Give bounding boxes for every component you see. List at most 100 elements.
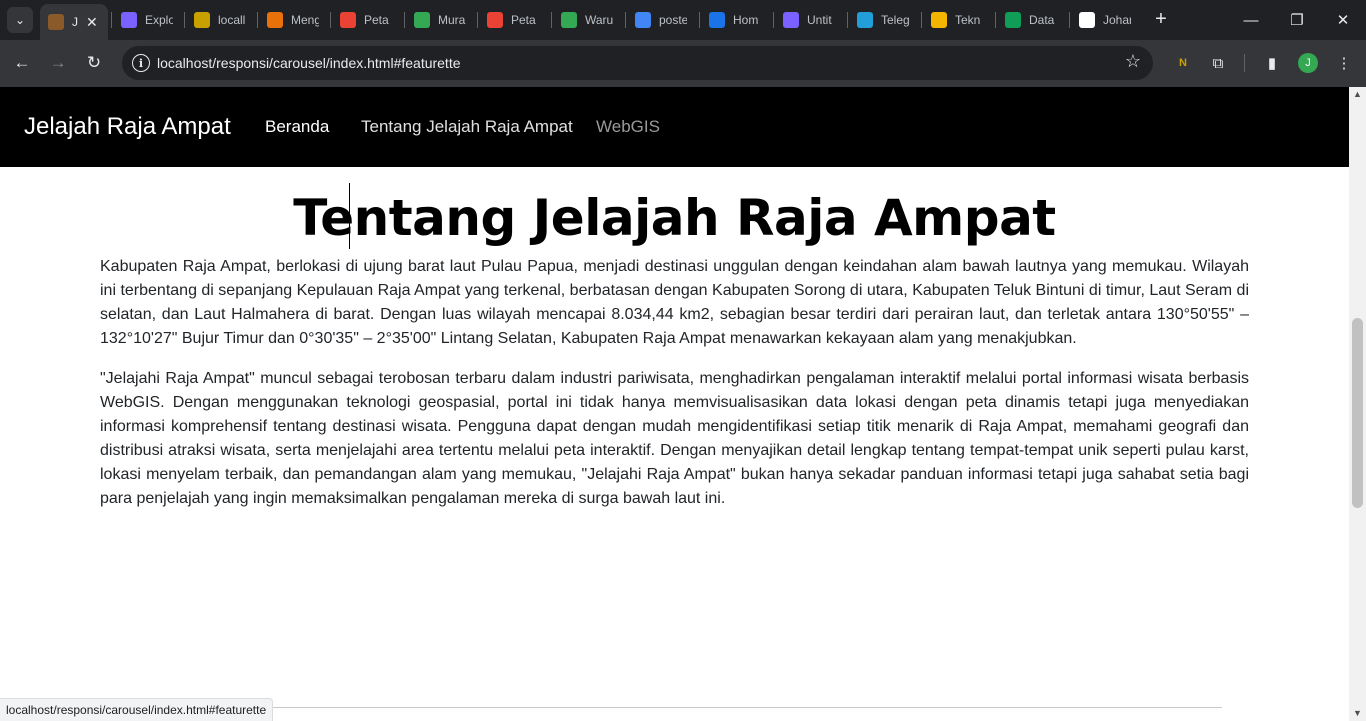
back-button[interactable]: ← [9, 50, 35, 76]
tab-title: Explo [145, 13, 173, 27]
extensions-puzzle-icon[interactable]: ⧉ [1207, 52, 1229, 74]
nav-link-webgis[interactable]: WebGIS [596, 117, 660, 137]
tab-favicon-icon [561, 12, 577, 28]
minimize-button[interactable]: — [1228, 0, 1274, 40]
new-tab-button[interactable]: + [1151, 9, 1171, 31]
tab-separator [404, 12, 405, 28]
profile-avatar[interactable]: J [1298, 53, 1318, 73]
scrollbar-thumb[interactable] [1352, 318, 1363, 508]
forward-button[interactable]: → [45, 50, 71, 76]
tab-favicon-icon [857, 12, 873, 28]
tab-favicon-icon [414, 12, 430, 28]
tab-separator [1069, 12, 1070, 28]
bookmark-star-icon[interactable]: ☆ [1125, 51, 1141, 72]
status-bubble: localhost/responsi/carousel/index.html#f… [0, 698, 274, 721]
extension-icon[interactable]: N [1172, 52, 1194, 74]
browser-tab[interactable]: Teleg [849, 5, 921, 35]
tab-favicon-icon [1079, 12, 1095, 28]
tab-separator [625, 12, 626, 28]
address-url[interactable]: localhost/responsi/carousel/index.html#f… [157, 55, 461, 71]
tab-separator [773, 12, 774, 28]
browser-tab[interactable]: Untit [775, 5, 847, 35]
tab-separator [921, 12, 922, 28]
tab-favicon-icon [267, 12, 283, 28]
close-icon: ✕ [1336, 12, 1350, 29]
tab-separator [257, 12, 258, 28]
tab-separator [477, 12, 478, 28]
browser-tab[interactable]: Tekn [923, 5, 995, 35]
tab-favicon-icon [783, 12, 799, 28]
browser-tab[interactable]: Data [997, 5, 1069, 35]
nav-link-beranda[interactable]: Beranda [265, 117, 329, 137]
restore-button[interactable]: ❐ [1274, 0, 1320, 40]
tab-title: Mura [438, 13, 466, 27]
chevron-down-icon: ⌄ [14, 13, 26, 27]
tab-title: Waru [585, 13, 613, 27]
tab-favicon-icon [340, 12, 356, 28]
browser-tab[interactable]: locall [186, 5, 258, 35]
tab-favicon-icon [709, 12, 725, 28]
browser-tab[interactable]: Peta [479, 5, 551, 35]
reload-icon: ↻ [86, 53, 102, 72]
scroll-up-icon[interactable]: ▲ [1353, 89, 1362, 99]
tab-title: Data [1029, 13, 1055, 27]
tab-favicon-icon [487, 12, 503, 28]
tab-search-button[interactable]: ⌄ [7, 7, 33, 33]
restore-icon: ❐ [1290, 12, 1304, 29]
reload-button[interactable]: ↻ [81, 50, 107, 76]
minimize-icon: — [1243, 11, 1259, 29]
tab-separator [184, 12, 185, 28]
intro-paragraph: Kabupaten Raja Ampat, berlokasi di ujung… [100, 258, 1249, 347]
tab-separator [330, 12, 331, 28]
page-title: Tentang Jelajah Raja Ampat [293, 189, 1056, 247]
menu-kebab-icon[interactable]: ⋮ [1333, 52, 1355, 74]
tab-title: Johar [1103, 13, 1131, 27]
toolbar-divider [1244, 54, 1245, 72]
tab-title: Meng [291, 13, 319, 27]
nav-link-tentang[interactable]: Tentang Jelajah Raja Ampat [361, 117, 573, 137]
browser-tab[interactable]: Mura [406, 5, 478, 35]
site-info-icon[interactable]: i [132, 54, 150, 72]
tab-favicon-icon [48, 14, 64, 30]
browser-tab[interactable]: Waru [553, 5, 625, 35]
tab-title: Hom [733, 13, 759, 27]
tab-strip: ⌄ J ✕ Explo locall Meng Peta Mura Peta Waru poste… [0, 0, 1366, 40]
tab-favicon-icon [1005, 12, 1021, 28]
arrow-right-icon: → [49, 53, 67, 72]
tab-favicon-icon [931, 12, 947, 28]
vertical-scrollbar[interactable]: ▲ ▼ [1349, 87, 1366, 721]
tab-separator [699, 12, 700, 28]
browser-toolbar: ← → ↻ i localhost/responsi/carousel/inde… [0, 40, 1366, 87]
tab-title: Teleg [881, 13, 909, 27]
arrow-left-icon: ← [13, 53, 31, 72]
tab-separator [995, 12, 996, 28]
about-paragraph: "Jelajahi Raja Ampat" muncul sebagai ter… [100, 370, 1249, 507]
address-bar[interactable]: i localhost/responsi/carousel/index.html… [122, 46, 1153, 80]
tab-favicon-icon [635, 12, 651, 28]
tab-separator [847, 12, 848, 28]
side-panel-icon[interactable]: ▮ [1261, 52, 1283, 74]
close-tab-icon[interactable]: ✕ [86, 14, 98, 31]
browser-tab[interactable]: poste [627, 5, 699, 35]
tab-title: Tekn [955, 13, 981, 27]
tab-title: Peta [364, 13, 389, 27]
tab-title: poste [659, 13, 687, 27]
tab-separator [551, 12, 552, 28]
close-window-button[interactable]: ✕ [1320, 0, 1366, 40]
tab-title: Untit [807, 13, 832, 27]
tab-favicon-icon [194, 12, 210, 28]
browser-tab[interactable]: J ✕ [40, 4, 108, 40]
tab-separator [111, 12, 112, 28]
tab-title: J [72, 15, 78, 29]
brand-link[interactable]: Jelajah Raja Ampat [24, 113, 231, 141]
browser-tab[interactable]: Hom [701, 5, 773, 35]
tab-title: locall [218, 13, 246, 27]
browser-tab[interactable]: Explo [113, 5, 185, 35]
browser-tab[interactable]: Meng [259, 5, 331, 35]
scroll-down-icon[interactable]: ▼ [1353, 708, 1362, 718]
page-viewport: Jelajah Raja Ampat Beranda Tentang Jelaj… [0, 87, 1366, 721]
tab-title: Peta [511, 13, 536, 27]
site-navbar: Jelajah Raja Ampat Beranda Tentang Jelaj… [0, 87, 1349, 167]
browser-tab[interactable]: Peta [332, 5, 404, 35]
browser-tab[interactable]: Johar [1071, 5, 1143, 35]
